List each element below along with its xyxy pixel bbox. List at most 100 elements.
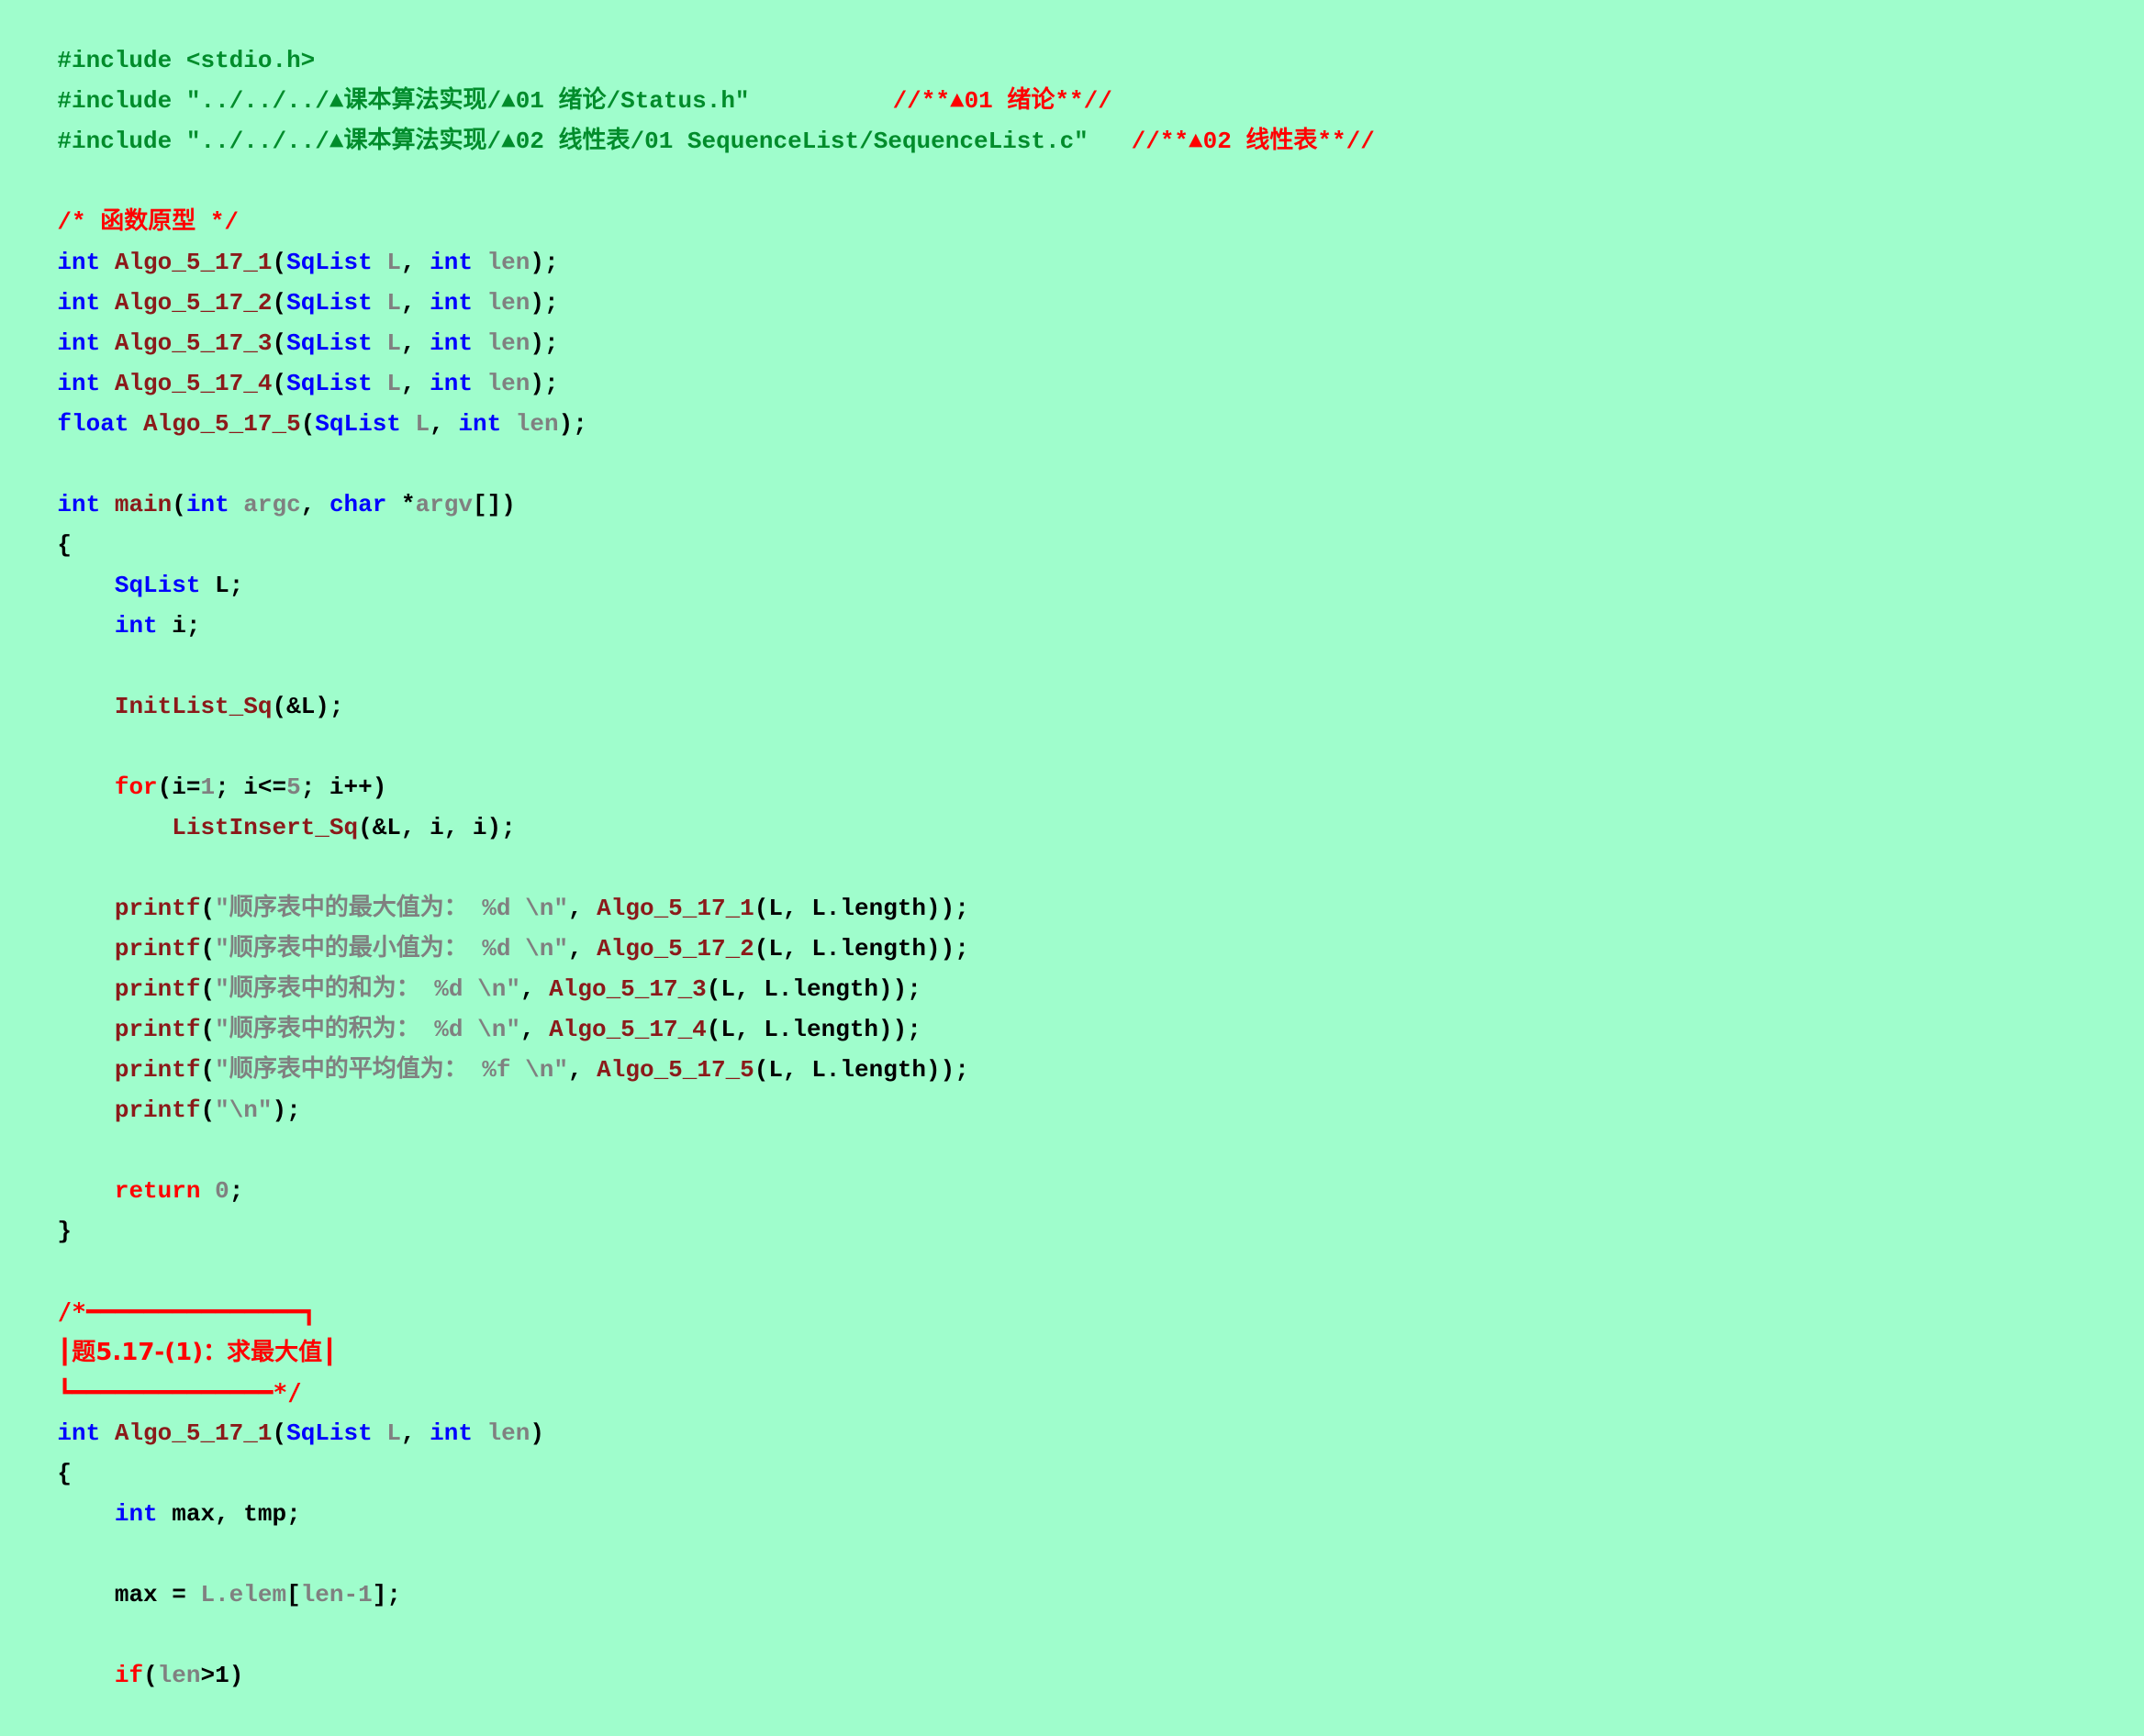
include-trailing-comment: //**▲01 绪论**// [892,87,1112,115]
code-line-return: return 0; [0,1130,2144,1205]
param-type: int [430,329,473,357]
code-editor-canvas[interactable]: #include <stdio.h> #include "../../../▲课… [0,0,2144,1689]
param-type: SqList [286,1419,373,1447]
comma: , [400,249,430,276]
return-type: int [57,329,101,357]
code-line-include-1: #include <stdio.h> [0,0,2144,74]
code-line-include-2: #include "../../../▲课本算法实现/▲01 绪论/Status… [0,40,2144,115]
return-keyword: return [114,1177,201,1205]
code-line-algo1-decl: int max, tmp; [0,1453,2144,1528]
include-target: "../../../▲课本算法实现/▲02 线性表/01 SequenceLis… [185,128,1089,155]
prototype-header-comment: /* 函数原型 */ [57,208,240,236]
paren-close-semi: ); [530,329,559,357]
param-type: int [430,289,473,317]
code-line-decl-int: int i; [0,565,2144,640]
brace-open: { [57,531,73,559]
sp [473,329,487,357]
quote-open: " [215,975,229,1003]
sp [100,249,115,276]
boxed-comment-title-row: ┃题5.17-(1)：求最大值┃ [0,1292,2144,1366]
sp [229,491,244,518]
for-cond: ; i<= [215,773,287,801]
param-name: len [486,249,530,276]
sp [100,1419,115,1447]
if-keyword: if [114,1662,144,1689]
assign-lhs: max = [114,1581,201,1608]
printf-format: %f \n [467,1056,554,1084]
code-line-algo1-if: if(len>1) [0,1615,2144,1689]
param-name: L [386,329,401,357]
include-target: <stdio.h> [185,47,316,74]
printf-text: 顺序表中的积为： [229,1016,420,1043]
function-name: Algo_5_17_2 [114,289,273,317]
printf-name: printf [114,975,201,1003]
decl-type: SqList [114,572,201,599]
sp [100,370,115,397]
paren-open: ( [200,1096,216,1124]
param-type: SqList [315,410,401,438]
include-trailing-comment: //**▲02 线性表**// [1131,128,1375,155]
code-line-algo1-signature: int Algo_5_17_1(SqList L, int len) [0,1373,2144,1447]
comma: , [567,1056,597,1084]
printf-format: %d \n [419,975,507,1003]
return-type: int [57,370,101,397]
sp [401,410,416,438]
paren-close-semi: ); [272,1096,301,1124]
comma: , [519,975,550,1003]
code-line-printf-1: printf("顺序表中的最大值为： %d \n", Algo_5_17_1(L… [0,848,2144,922]
quote-open: " [215,1096,229,1124]
quote-close: " [553,935,568,963]
comment-close: */ [273,1379,302,1407]
brace-open: { [57,1460,73,1487]
printf-name: printf [114,1096,201,1124]
sp [473,289,487,317]
param-type: int [430,370,473,397]
printf-arg-args: (L, L.length)); [754,895,969,922]
param-name: len [515,410,559,438]
paren-open: ( [272,1419,287,1447]
paren-open: ( [300,410,316,438]
decl-type: int [114,1500,158,1528]
sp [128,410,143,438]
param-type: int [185,491,229,518]
code-line-for-loop: for(i=1; i<=5; i++) [0,727,2144,801]
return-value: 0 [215,1177,229,1205]
printf-text: 顺序表中的平均值为： [229,1056,468,1084]
param-type: int [430,1419,473,1447]
semicolon: ; [229,1177,244,1205]
for-init-value: 1 [200,773,216,801]
assign-index: len-1 [300,1581,373,1608]
printf-arg-call: Algo_5_17_1 [597,895,754,922]
for-keyword: for [114,773,158,801]
paren-open: ( [200,1016,216,1043]
paren-open: ( [143,1662,158,1689]
for-init: (i= [157,773,201,801]
param-name: argc [243,491,301,518]
return-type: int [57,289,101,317]
comma: , [567,935,597,963]
function-name: Algo_5_17_5 [143,410,301,438]
paren-open: ( [272,329,287,357]
printf-name: printf [114,895,201,922]
param-type: SqList [286,249,373,276]
printf-name: printf [114,935,201,963]
sp [100,491,115,518]
paren-open: ( [200,895,216,922]
paren-close-semi: ); [530,249,559,276]
param-name: len [486,329,530,357]
return-type: float [57,410,129,438]
code-line-main-close-brace: } [0,1171,2144,1245]
printf-newline-arg: \n [229,1096,258,1124]
paren-close-semi: ); [530,289,559,317]
paren-open: ( [200,1056,216,1084]
